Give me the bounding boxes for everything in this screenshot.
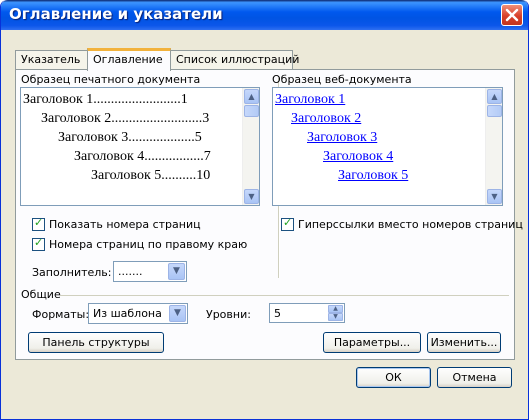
checkmark-icon: ✓ [34, 216, 44, 229]
toc-tab-panel: Образец печатного документа Заголовок 1.… [15, 69, 523, 360]
web-link[interactable]: Заголовок 4 [323, 148, 393, 166]
web-link[interactable]: Заголовок 3 [307, 129, 377, 147]
tab-figures[interactable]: Список иллюстраций [170, 50, 299, 70]
formats-select[interactable]: Из шаблона ▼ [88, 303, 188, 324]
options-button[interactable]: Параметры... [323, 332, 421, 353]
right-align-numbers-checkbox[interactable]: ✓ [32, 236, 45, 251]
scroll-thumb[interactable] [487, 105, 502, 117]
scroll-down-button[interactable]: ▼ [487, 189, 502, 204]
web-link[interactable]: Заголовок 2 [291, 110, 361, 128]
show-page-numbers-checkbox[interactable]: ✓ [32, 216, 45, 231]
spin-down-icon[interactable]: ▼ [328, 313, 343, 321]
web-preview-label: Образец веб-документа [272, 73, 412, 86]
toc-line: Заголовок 3...................5 [58, 130, 202, 145]
right-align-numbers-label: Номера страниц по правому краю [49, 238, 248, 251]
hyperlinks-checkbox[interactable]: ✓ [281, 216, 294, 231]
toc-dialog: Оглавление и указатели Указатель Оглавле… [0, 0, 529, 420]
scroll-down-button[interactable]: ▼ [244, 189, 259, 204]
chevron-down-icon: ▼ [169, 305, 186, 322]
general-group-label: Общие [21, 288, 61, 301]
web-link[interactable]: Заголовок 1 [275, 91, 345, 109]
title-bar[interactable]: Оглавление и указатели [1, 0, 528, 30]
group-divider [60, 295, 509, 296]
checkmark-icon: ✓ [283, 216, 293, 229]
cancel-button[interactable]: Отмена [437, 367, 512, 388]
scroll-up-button[interactable]: ▲ [487, 89, 502, 104]
levels-spinner[interactable]: 5 ▲ ▼ [269, 303, 345, 323]
web-preview-box: Заголовок 1 Заголовок 2 Заголовок 3 Заго… [272, 87, 503, 206]
print-preview-box: Заголовок 1.........................1 За… [20, 87, 260, 206]
tab-toc[interactable]: Оглавление [87, 48, 171, 71]
toc-line: Заголовок 2..........................3 [41, 111, 210, 126]
ok-button[interactable]: ОК [356, 367, 431, 388]
web-link[interactable]: Заголовок 5 [338, 167, 408, 185]
print-preview-label: Образец печатного документа [21, 73, 201, 86]
checkmark-icon: ✓ [34, 236, 44, 249]
spin-up-icon[interactable]: ▲ [328, 305, 343, 313]
toc-line: Заголовок 5..........10 [91, 168, 211, 183]
close-button[interactable] [501, 4, 523, 26]
arrow-up-icon: ▲ [248, 92, 255, 101]
levels-label: Уровни: [206, 308, 251, 321]
print-preview-scrollbar[interactable]: ▲ ▼ [242, 88, 259, 205]
toc-line: Заголовок 4.................7 [74, 149, 211, 164]
arrow-down-icon: ▼ [491, 192, 498, 201]
tab-leader-select[interactable]: ....... ▼ [113, 261, 187, 282]
chevron-down-icon: ▼ [168, 263, 185, 280]
close-icon [505, 8, 519, 22]
tab-index[interactable]: Указатель [15, 50, 88, 70]
outline-toolbar-button[interactable]: Панель структуры [28, 332, 164, 353]
web-preview-scrollbar[interactable]: ▲ ▼ [485, 88, 502, 205]
scroll-thumb[interactable] [244, 105, 259, 117]
modify-button[interactable]: Изменить... [427, 332, 501, 353]
toc-line: Заголовок 1.........................1 [23, 92, 188, 107]
scroll-up-button[interactable]: ▲ [244, 89, 259, 104]
arrow-down-icon: ▼ [248, 192, 255, 201]
show-page-numbers-label: Показать номера страниц [49, 218, 201, 231]
tab-leader-label: Заполнитель: [32, 266, 112, 279]
arrow-up-icon: ▲ [491, 92, 498, 101]
formats-label: Форматы: [32, 308, 90, 321]
window-title: Оглавление и указатели [9, 5, 223, 23]
hyperlinks-label: Гиперссылки вместо номеров страниц [298, 218, 523, 231]
